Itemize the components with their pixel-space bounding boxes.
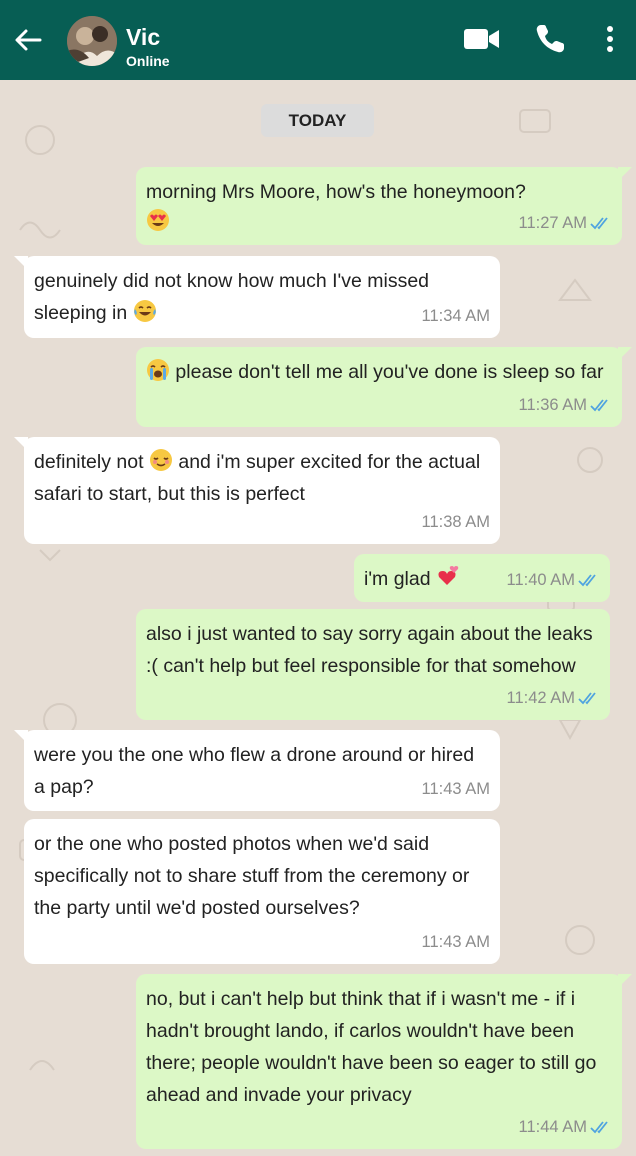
read-receipt-icon bbox=[578, 574, 596, 587]
message-text: were you the one who flew a drone around… bbox=[34, 744, 475, 798]
relieved-emoji bbox=[149, 449, 172, 471]
message-meta: 11:27 AM bbox=[519, 207, 613, 239]
message-meta: 11:38 AM bbox=[422, 506, 491, 538]
message-meta: 11:34 AM bbox=[422, 300, 491, 332]
phone-call-icon[interactable] bbox=[533, 22, 567, 56]
back-arrow-icon[interactable] bbox=[10, 22, 46, 58]
message-meta: 11:40 AM bbox=[507, 564, 601, 596]
message-meta: 11:43 AM bbox=[422, 926, 491, 958]
date-divider: TODAY bbox=[261, 104, 374, 137]
message-text: i'm glad bbox=[364, 568, 431, 590]
chat-header: Vic Online bbox=[0, 0, 636, 80]
message-time: 11:42 AM bbox=[506, 689, 576, 707]
avatar[interactable] bbox=[67, 16, 117, 66]
chat-area[interactable]: TODAY morning Mrs Moore, how's the honey… bbox=[0, 80, 636, 1156]
contact-status: Online bbox=[126, 53, 170, 69]
message-bubble-incoming[interactable]: genuinely did not know how much I've mis… bbox=[14, 256, 500, 338]
more-options-icon[interactable] bbox=[602, 24, 618, 56]
message-meta: 11:36 AM bbox=[519, 389, 613, 421]
message-text-part: definitely not bbox=[34, 451, 144, 473]
message-bubble-outgoing[interactable]: i'm glad 11:40 AM bbox=[354, 554, 610, 602]
message-bubble-outgoing[interactable]: morning Mrs Moore, how's the honeymoon? … bbox=[136, 167, 632, 245]
message-time: 11:38 AM bbox=[421, 513, 491, 531]
message-text: morning Mrs Moore, how's the honeymoon? bbox=[146, 181, 526, 203]
message-text: no, but i can't help but think that if i… bbox=[146, 988, 597, 1106]
message-bubble-outgoing[interactable]: no, but i can't help but think that if i… bbox=[136, 974, 632, 1149]
message-text: or the one who posted photos when we'd s… bbox=[34, 833, 470, 919]
video-call-icon[interactable] bbox=[462, 24, 502, 54]
message-bubble-outgoing[interactable]: also i just wanted to say sorry again ab… bbox=[136, 609, 610, 720]
message-bubble-incoming[interactable]: definitely not and i'm super excited for… bbox=[14, 437, 500, 544]
message-bubble-incoming[interactable]: or the one who posted photos when we'd s… bbox=[24, 819, 500, 964]
read-receipt-icon bbox=[590, 1121, 608, 1134]
read-receipt-icon bbox=[590, 399, 608, 412]
message-time: 11:40 AM bbox=[506, 571, 576, 589]
message-time: 11:27 AM bbox=[518, 214, 588, 232]
message-meta: 11:43 AM bbox=[422, 773, 491, 805]
message-meta: 11:44 AM bbox=[519, 1111, 613, 1143]
message-text: genuinely did not know how much I've mis… bbox=[34, 270, 430, 324]
two-hearts-emoji bbox=[438, 566, 459, 585]
message-time: 11:34 AM bbox=[421, 307, 491, 325]
message-bubble-incoming[interactable]: were you the one who flew a drone around… bbox=[14, 730, 500, 811]
read-receipt-icon bbox=[590, 217, 608, 230]
message-text: please don't tell me all you've done is … bbox=[175, 361, 604, 383]
message-meta: 11:42 AM bbox=[507, 682, 601, 714]
tears-of-joy-emoji bbox=[133, 300, 156, 322]
read-receipt-icon bbox=[578, 692, 596, 705]
message-time: 11:36 AM bbox=[518, 396, 588, 414]
contact-name[interactable]: Vic bbox=[126, 24, 160, 51]
message-bubble-outgoing[interactable]: please don't tell me all you've done is … bbox=[136, 347, 632, 427]
message-time: 11:43 AM bbox=[421, 933, 491, 951]
message-time: 11:43 AM bbox=[421, 780, 491, 798]
message-text: also i just wanted to say sorry again ab… bbox=[146, 623, 593, 677]
heart-eyes-emoji bbox=[147, 209, 169, 231]
message-time: 11:44 AM bbox=[518, 1118, 588, 1136]
crying-emoji bbox=[147, 359, 169, 381]
